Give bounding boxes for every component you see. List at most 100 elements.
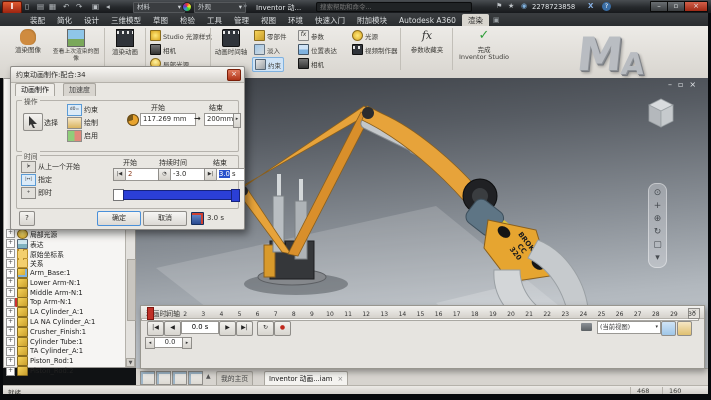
restore-button[interactable]: ▫ bbox=[667, 1, 685, 12]
select-button[interactable] bbox=[23, 113, 43, 131]
pan-icon[interactable]: + bbox=[654, 201, 662, 211]
cancel-button[interactable]: 取消 bbox=[143, 211, 187, 226]
lights-button[interactable]: 光源 bbox=[350, 29, 380, 42]
ribbon-tab-13[interactable]: Autodesk A360 bbox=[393, 14, 462, 26]
tabbar-up-icon[interactable]: ▲ bbox=[206, 373, 211, 380]
specify-icon[interactable]: |↔| bbox=[21, 174, 36, 186]
from-previous-icon[interactable]: |▸ bbox=[21, 161, 36, 173]
instantaneous-icon[interactable]: + bbox=[21, 187, 36, 199]
loop-button[interactable]: ↻ bbox=[257, 321, 274, 336]
finish-inventor-studio-button[interactable]: ✓ 完成 Inventor Studio bbox=[456, 28, 512, 61]
ribbon-tab-8[interactable]: 管理 bbox=[228, 14, 255, 26]
tree-item[interactable]: +Lower Arm-N:1 bbox=[6, 278, 125, 288]
favorites-star-icon[interactable]: ★ bbox=[508, 2, 514, 10]
dialog-close-icon[interactable]: × bbox=[227, 69, 241, 81]
tree-item[interactable]: +Piston_Rod:2 bbox=[6, 366, 125, 376]
tab-close-icon[interactable]: × bbox=[338, 375, 344, 383]
horizontal-layout-icon[interactable] bbox=[172, 371, 187, 385]
camera-button[interactable]: 相机 bbox=[148, 43, 178, 56]
scrub-right-icon[interactable]: ▸ bbox=[182, 337, 192, 349]
dialog-titlebar[interactable]: 约束动画制作:配合:34 × bbox=[11, 67, 244, 83]
doc-minimize-button[interactable]: – bbox=[668, 80, 678, 89]
expand-icon[interactable]: + bbox=[6, 337, 15, 346]
timeline-options-button[interactable] bbox=[677, 321, 692, 336]
ribbon-minimize-icon[interactable]: ▣ bbox=[493, 15, 500, 26]
constraints-button[interactable]: 约束 bbox=[252, 57, 284, 72]
time-end-field[interactable]: 3.0 s bbox=[216, 168, 245, 181]
save-icon[interactable]: ▦ bbox=[49, 2, 57, 11]
expand-icon[interactable]: + bbox=[6, 249, 15, 258]
tree-item[interactable]: +Middle Arm-N:1 bbox=[6, 288, 125, 298]
expand-icon[interactable]: + bbox=[6, 259, 15, 268]
duration-field[interactable]: -3.0 bbox=[170, 168, 206, 181]
dialog-help-button[interactable]: ? bbox=[19, 211, 35, 226]
ribbon-tab-4[interactable]: 三维模型 bbox=[105, 14, 147, 26]
user-icon[interactable]: ◉ bbox=[521, 2, 527, 10]
x-social-icon[interactable]: X bbox=[588, 2, 593, 10]
tree-item[interactable]: +Top Arm-N:1 bbox=[6, 298, 125, 308]
dialog-tab-acceleration[interactable]: 加速度 bbox=[63, 83, 96, 96]
expand-icon[interactable]: + bbox=[6, 298, 15, 307]
ribbon-tab-2[interactable]: 简化 bbox=[51, 14, 78, 26]
render-animation-button[interactable]: 渲染动画 bbox=[106, 28, 144, 56]
action-start-field[interactable]: 117.269 mm bbox=[140, 113, 196, 126]
return-icon[interactable]: ◂ bbox=[106, 2, 111, 11]
doc-restore-button[interactable]: ▫ bbox=[678, 80, 689, 89]
user-id[interactable]: 2278723858 bbox=[532, 3, 575, 11]
param-favorites-button[interactable]: fx 参数收藏夹 bbox=[404, 28, 450, 54]
enable-row-icon[interactable] bbox=[67, 130, 82, 142]
slider-track[interactable] bbox=[123, 190, 233, 200]
expand-icon[interactable]: + bbox=[6, 367, 15, 376]
end-spinner-icon[interactable]: ▸ bbox=[233, 113, 241, 128]
minimize-button[interactable]: – bbox=[650, 1, 668, 12]
parameters-button[interactable]: fx 参数 bbox=[296, 29, 326, 42]
expand-icon[interactable]: + bbox=[6, 278, 15, 287]
tree-item[interactable]: +LA NA Cylinder_A:1 bbox=[6, 317, 125, 327]
search-input[interactable] bbox=[316, 2, 472, 12]
time-start-field[interactable]: 2 bbox=[125, 168, 159, 181]
ribbon-tab-10[interactable]: 环境 bbox=[282, 14, 309, 26]
scroll-thumb[interactable] bbox=[127, 259, 136, 321]
expand-icon[interactable]: + bbox=[6, 327, 15, 336]
help-icon[interactable]: ? bbox=[602, 2, 611, 11]
slider-end-cap[interactable] bbox=[231, 189, 240, 202]
dialog-tab-animate[interactable]: 动画制作 bbox=[15, 83, 55, 96]
play-button[interactable]: ▶ bbox=[219, 321, 236, 336]
ok-button[interactable]: 确定 bbox=[97, 211, 141, 226]
steering-wheel-icon[interactable]: ⊙ bbox=[654, 188, 662, 198]
material-dropdown[interactable]: 材料▾ bbox=[133, 2, 185, 13]
ribbon-tab-14[interactable]: 渲染 bbox=[462, 14, 489, 26]
undo-icon[interactable]: ↶ bbox=[63, 2, 70, 11]
close-button[interactable]: × bbox=[684, 1, 708, 12]
sketch-icon[interactable]: ▣ bbox=[92, 2, 100, 11]
render-image-button[interactable]: 渲染图像 bbox=[6, 28, 50, 54]
positional-rep-button[interactable]: 位置表达 bbox=[296, 43, 339, 56]
qat-overflow-icon[interactable]: » bbox=[243, 2, 247, 10]
tile-layout-icon[interactable] bbox=[140, 371, 155, 385]
open-icon[interactable]: ▤ bbox=[37, 2, 45, 11]
go-to-start-button[interactable]: |◀ bbox=[147, 321, 164, 336]
tree-item[interactable]: +Piston_Rod:1 bbox=[6, 356, 125, 366]
draw-row-icon[interactable] bbox=[67, 117, 82, 129]
navbar-more-icon[interactable]: ▾ bbox=[655, 253, 660, 263]
signin-flag-icon[interactable]: ⚑ bbox=[496, 2, 502, 10]
appearance-wheel-icon[interactable] bbox=[182, 2, 192, 12]
video-producer-button[interactable]: 视频制作器 bbox=[350, 43, 400, 56]
tree-item[interactable]: +原始坐标系 bbox=[6, 249, 125, 259]
zoom-icon[interactable]: ⊕ bbox=[654, 214, 662, 224]
expand-icon[interactable]: + bbox=[6, 229, 15, 238]
expand-icon[interactable]: + bbox=[6, 347, 15, 356]
view-last-render-button[interactable]: 查看上次渲染的图像 bbox=[50, 28, 102, 63]
ribbon-tab-1[interactable]: 装配 bbox=[24, 14, 51, 26]
current-time-input[interactable] bbox=[181, 321, 219, 334]
ribbon-tab-9[interactable]: 视图 bbox=[255, 14, 282, 26]
doc-close-button[interactable]: × bbox=[689, 80, 702, 89]
robot-upper-arm[interactable] bbox=[362, 106, 477, 202]
step-back-button[interactable]: ◀ bbox=[164, 321, 181, 336]
ribbon-tab-5[interactable]: 草图 bbox=[147, 14, 174, 26]
ribbon-tab-11[interactable]: 快速入门 bbox=[309, 14, 351, 26]
animation-timeline-button[interactable]: 动画时间轴 bbox=[212, 28, 250, 56]
redo-icon[interactable]: ↷ bbox=[76, 2, 83, 11]
ribbon-tab-12[interactable]: 附加模块 bbox=[351, 14, 393, 26]
tab-document[interactable]: Inventor 动画...iam × bbox=[264, 371, 348, 386]
